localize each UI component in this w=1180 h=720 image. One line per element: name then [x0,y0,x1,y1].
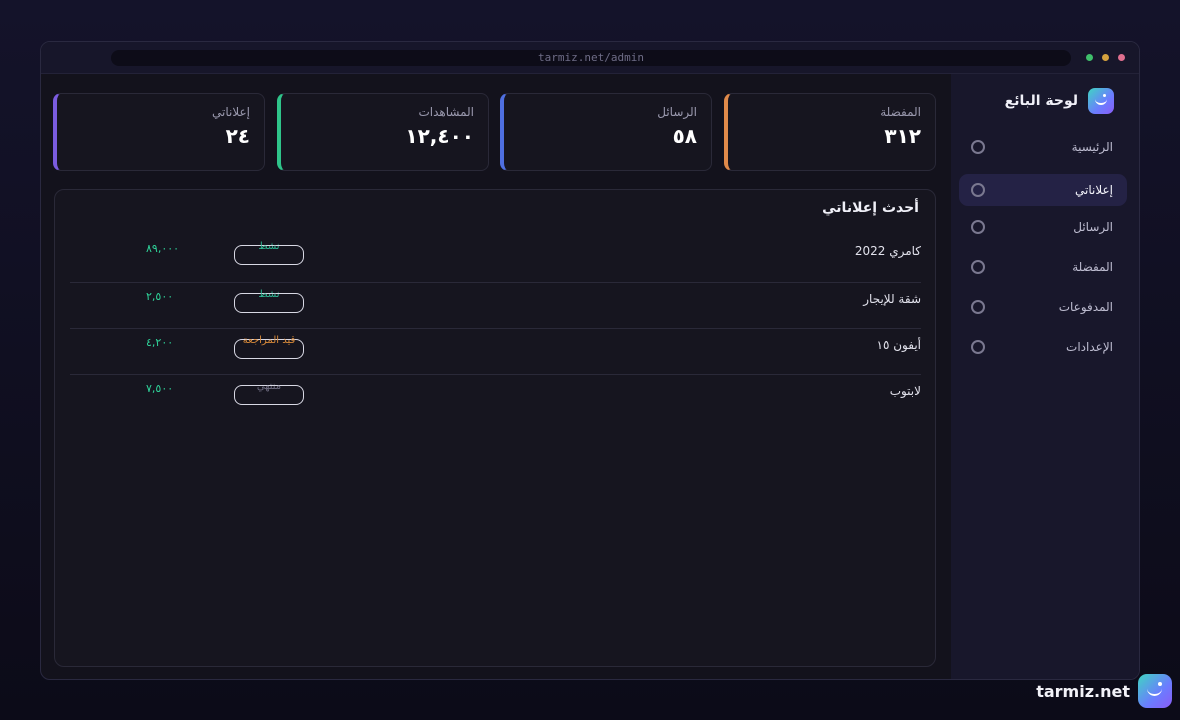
status-label: قيد المراجعة [242,335,296,346]
stat-card-messages: الرسائل ٥٨ [500,93,712,171]
smile-logo-icon [1088,88,1114,114]
listing-name: شقة للإيجار [863,292,921,306]
title-bar: tarmiz.net/admin [41,42,1139,74]
sidebar-item-label: إعلاناتي [1075,183,1113,197]
stat-card-favorites: المفضلة ٣١٢ [724,93,936,171]
status-badge: منتهي [234,381,304,405]
stat-label: إعلاناتي [212,105,250,119]
smile-logo-icon [1138,674,1172,708]
stat-label: المفضلة [880,105,921,119]
browser-window: tarmiz.net/admin لوحة البائع الرئيسية إع… [40,41,1140,680]
listing-name: أيفون ١٥ [876,338,921,352]
panel-title: أحدث إعلاناتي [822,200,919,216]
status-label: نشط [258,289,280,300]
window-dot-pink[interactable] [1118,54,1125,61]
sidebar-item-label: الرئيسية [1071,140,1113,154]
sidebar: لوحة البائع الرئيسية إعلاناتي الرسائل ال… [951,74,1139,679]
sidebar-item-label: الرسائل [1073,220,1113,234]
listing-name: كامري 2022 [854,244,921,258]
status-badge: قيد المراجعة [234,335,304,359]
sidebar-item-favorites[interactable]: المفضلة [959,251,1127,283]
window-dot-yellow[interactable] [1102,54,1109,61]
circle-icon [971,220,985,234]
sidebar-item-my-ads[interactable]: إعلاناتي [959,174,1127,206]
stat-value: ١٢,٤٠٠ [405,124,474,148]
circle-icon [971,140,985,154]
sidebar-item-payments[interactable]: المدفوعات [959,291,1127,323]
sidebar-item-messages[interactable]: الرسائل [959,211,1127,243]
sidebar-item-label: المفضلة [1072,260,1113,274]
address-bar[interactable]: tarmiz.net/admin [111,50,1071,66]
table-row[interactable]: شقة للإيجار نشط ٢,٥٠٠ [70,282,921,328]
stat-label: المشاهدات [418,105,474,119]
circle-icon [971,260,985,274]
stat-value: ٥٨ [672,124,697,148]
recent-listings-panel: أحدث إعلاناتي كامري 2022 نشط ٨٩,٠٠٠ شقة … [54,189,936,667]
sidebar-item-settings[interactable]: الإعدادات [959,331,1127,363]
circle-icon [971,340,985,354]
stat-value: ٢٤ [225,124,250,148]
stat-card-views: المشاهدات ١٢,٤٠٠ [277,93,489,171]
listing-price: ٧,٥٠٠ [146,382,174,395]
sidebar-brand: لوحة البائع [1005,87,1114,115]
sidebar-item-label: المدفوعات [1058,300,1113,314]
window-dot-green[interactable] [1086,54,1093,61]
status-label: نشط [258,241,280,252]
sidebar-item-label: الإعدادات [1066,340,1113,354]
circle-icon [971,300,985,314]
table-row[interactable]: كامري 2022 نشط ٨٩,٠٠٠ [70,235,921,281]
listing-price: ٤,٢٠٠ [146,336,174,349]
circle-icon [971,183,985,197]
table-row[interactable]: أيفون ١٥ قيد المراجعة ٤,٢٠٠ [70,328,921,374]
stat-card-my-ads: إعلاناتي ٢٤ [53,93,265,171]
status-badge: نشط [234,241,304,265]
status-badge: نشط [234,289,304,313]
sidebar-title: لوحة البائع [1004,93,1078,109]
status-label: منتهي [256,381,282,392]
stat-value: ٣١٢ [884,124,921,148]
listing-price: ٢,٥٠٠ [146,290,174,303]
footer-brand: tarmiz.net [1036,674,1172,708]
stat-label: الرسائل [657,105,697,119]
footer-brand-text: tarmiz.net [1036,681,1130,701]
listing-name: لابتوب [889,384,921,398]
sidebar-item-home[interactable]: الرئيسية [959,131,1127,163]
table-row[interactable]: لابتوب منتهي ٧,٥٠٠ [70,374,921,420]
listing-price: ٨٩,٠٠٠ [146,242,180,255]
